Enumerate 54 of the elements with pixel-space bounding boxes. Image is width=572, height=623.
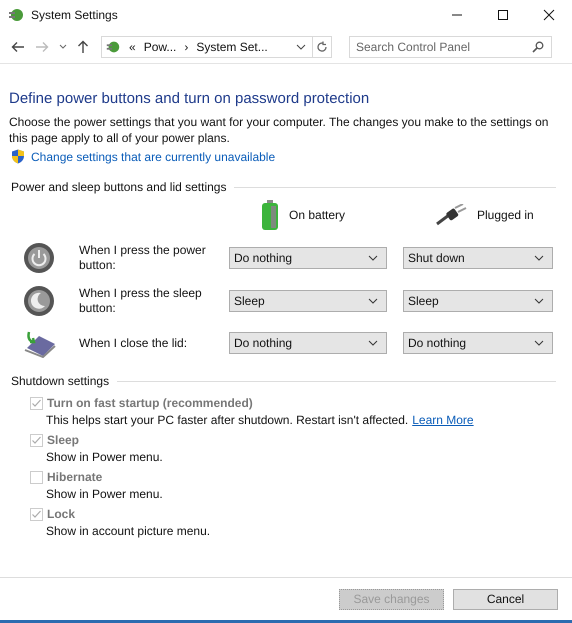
battery-icon [261, 200, 279, 230]
breadcrumb-item[interactable]: « [129, 40, 136, 54]
power-plug-icon [105, 38, 121, 54]
chevron-down-icon[interactable] [59, 44, 67, 50]
power-button-icon [23, 242, 55, 274]
admin-link[interactable]: Change settings that are currently unavailable [31, 150, 276, 164]
refresh-icon [316, 40, 328, 52]
close-icon[interactable] [543, 9, 555, 21]
section-title: Power and sleep buttons and lid settings [11, 180, 226, 194]
setting-label: When I close the lid: [79, 334, 188, 352]
chevron-down-icon [534, 298, 544, 304]
search-field[interactable]: Search Control Panel [349, 36, 552, 58]
setting-label: When I press the sleep button: [79, 286, 203, 316]
window-title: System Settings [31, 8, 118, 22]
breadcrumb-item[interactable]: System Set... [196, 40, 268, 54]
cancel-button[interactable]: Cancel [453, 588, 558, 610]
dropdown[interactable]: Sleep [229, 290, 387, 312]
option-description: Show in Power menu. [46, 450, 163, 464]
option-description: Show in Power menu. [46, 487, 163, 501]
section-title: Shutdown settings [11, 374, 110, 388]
chevron-down-icon [368, 298, 378, 304]
column-header: On battery [289, 208, 346, 222]
checkbox-label: Turn on fast startup (recommended) [47, 396, 253, 410]
checkbox-label: Lock [47, 507, 76, 521]
up-arrow-icon[interactable] [77, 40, 89, 54]
plug-icon [435, 204, 467, 226]
breadcrumb-item[interactable]: › [184, 40, 188, 54]
power-plug-icon [7, 6, 25, 24]
shield-icon [11, 149, 25, 164]
option-description: This helps start your PC faster after shutdown. Restart isn't affected. [46, 413, 408, 427]
dropdown[interactable]: Do nothing [229, 247, 387, 269]
chevron-down-icon[interactable] [296, 44, 306, 50]
chevron-down-icon [368, 255, 378, 261]
dropdown[interactable]: Do nothing [403, 332, 553, 354]
back-arrow-icon[interactable] [11, 40, 25, 52]
checkbox-label: Hibernate [47, 470, 102, 484]
moon-button-icon [23, 285, 55, 317]
refresh-button[interactable] [312, 36, 332, 58]
dropdown[interactable]: Sleep [403, 290, 553, 312]
address-bar[interactable]: « Pow... › System Set... [101, 36, 313, 58]
dropdown[interactable]: Do nothing [229, 332, 387, 354]
page-heading: Define power buttons and turn on password protection [9, 90, 370, 107]
intro-text: Choose the power settings that you want for your computer. The changes you make to the settings on this page apply to all of your power plans. [9, 114, 550, 146]
chevron-down-icon [534, 255, 544, 261]
dropdown[interactable]: Shut down [403, 247, 553, 269]
setting-label: When I press the power button: [79, 243, 207, 273]
column-header: Plugged in [477, 208, 534, 222]
checkbox-label: Sleep [47, 433, 80, 447]
option-description: Show in account picture menu. [46, 524, 210, 538]
search-icon [532, 40, 544, 52]
maximize-icon[interactable] [497, 9, 509, 21]
chevron-down-icon [368, 340, 378, 346]
breadcrumb-item[interactable]: Pow... [144, 40, 176, 54]
chevron-down-icon [534, 340, 544, 346]
